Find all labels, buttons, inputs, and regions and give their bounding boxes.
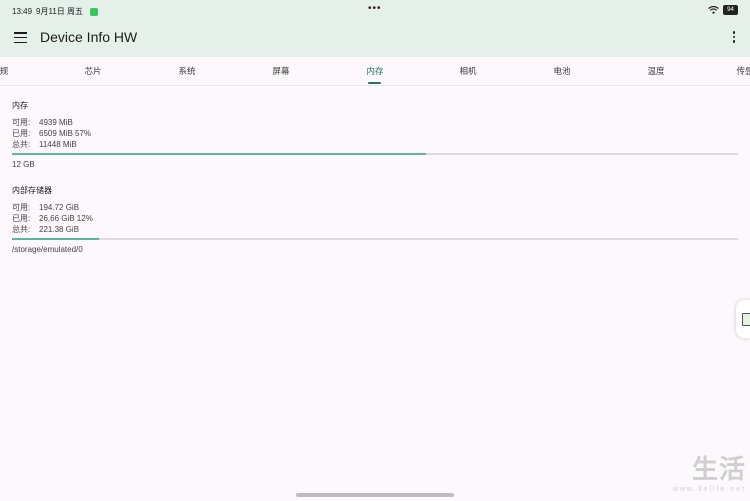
storage-available-value: 194.72 GiB (39, 203, 80, 212)
tab-chip[interactable]: 芯片 (84, 57, 101, 85)
storage-available-row: 可用: 194.72 GiB (12, 202, 738, 213)
watermark-url: www.3elife.net (672, 486, 746, 493)
memory-usage-fill (12, 153, 426, 155)
storage-total-row: 总共: 221.38 GiB (12, 224, 738, 235)
watermark-logo: 生活 (691, 454, 746, 484)
tab-sensors[interactable]: 传感 (736, 57, 750, 85)
tab-camera[interactable]: 相机 (459, 57, 476, 85)
status-date: 9月11日 周五 (36, 7, 84, 16)
storage-usage-fill (12, 238, 100, 240)
status-bar: 13:49 9月11日 周五 ••• 94 (0, 0, 750, 22)
status-dots: ••• (368, 3, 382, 14)
watermark: 生活 www.3elife.net (673, 449, 746, 493)
memory-total-value: 11448 MiB (39, 140, 77, 149)
memory-title: 内存 (12, 101, 28, 110)
storage-used-row: 已用: 26.66 GiB 12% (12, 213, 738, 224)
tab-general[interactable]: 规 (0, 57, 8, 85)
app-bar: Device Info HW (0, 22, 750, 57)
tab-temperature[interactable]: 温度 (647, 57, 664, 85)
memory-usage-bar (12, 153, 738, 155)
tab-memory[interactable]: 内存 (366, 57, 383, 85)
battery-icon: 94 (723, 5, 738, 15)
tab-battery[interactable]: 电池 (553, 57, 570, 85)
memory-used-value: 6509 MiB 57% (39, 129, 92, 138)
status-time: 13:49 (12, 7, 33, 16)
notification-app-icon (90, 7, 99, 16)
status-right: 94 (708, 5, 738, 15)
wifi-icon (708, 6, 719, 14)
home-indicator[interactable] (296, 493, 454, 497)
more-options-icon[interactable] (732, 31, 736, 47)
storage-section: 内部存储器 可用: 194.72 GiB 已用: 26.66 GiB 12% 总… (12, 185, 738, 254)
floating-side-handle[interactable] (736, 300, 750, 338)
memory-available-value: 4939 MiB (39, 118, 73, 127)
app-title: Device Info HW (40, 29, 138, 45)
memory-available-row: 可用: 4939 MiB (12, 117, 738, 128)
memory-total-row: 总共: 11448 MiB (12, 139, 738, 150)
memory-total-label: 总共: (12, 140, 31, 149)
memory-used-row: 已用: 6509 MiB 57% (12, 128, 738, 139)
tab-system[interactable]: 系统 (178, 57, 195, 85)
tab-bar: 规 芯片 系统 屏幕 内存 相机 电池 温度 传感 (0, 57, 750, 86)
storage-used-value: 26.66 GiB 12% (39, 214, 93, 223)
storage-usage-bar (12, 238, 738, 240)
memory-available-label: 可用: (12, 118, 31, 127)
storage-total-label: 总共: (12, 225, 31, 234)
storage-available-label: 可用: (12, 203, 31, 212)
storage-used-label: 已用: (12, 214, 31, 223)
menu-icon[interactable] (14, 32, 27, 44)
storage-total-value: 221.38 GiB (39, 225, 80, 234)
active-tab-indicator (368, 82, 381, 84)
note-icon (742, 313, 750, 326)
memory-used-label: 已用: (12, 129, 31, 138)
memory-section: 内存 可用: 4939 MiB 已用: 6509 MiB 57% 总共: 114… (12, 100, 738, 169)
tab-screen[interactable]: 屏幕 (272, 57, 289, 85)
storage-path: /storage/emulated/0 (12, 245, 83, 254)
storage-title: 内部存储器 (12, 186, 52, 195)
status-left: 13:49 9月11日 周五 (12, 6, 99, 17)
memory-size-label: 12 GB (12, 160, 35, 169)
